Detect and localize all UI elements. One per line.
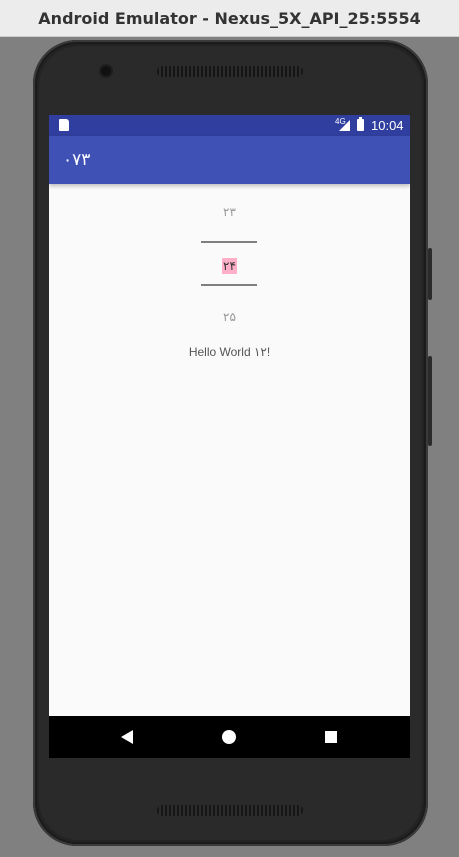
picker-selected-row[interactable]: ۲۴ — [49, 255, 410, 274]
app-bar: ۰۷۳ — [49, 136, 410, 184]
front-camera-icon — [101, 66, 111, 76]
volume-button[interactable] — [428, 356, 432, 446]
hello-text: Hello World ۱۲! — [188, 345, 271, 359]
picker-divider-top — [201, 241, 257, 243]
window-title: Android Emulator - Nexus_5X_API_25:5554 — [38, 8, 421, 28]
recent-apps-icon[interactable] — [325, 731, 337, 743]
status-time: 10:04 — [371, 118, 404, 133]
number-picker[interactable]: ۲۳ ۲۴ ۲۵ — [49, 184, 410, 344]
bottom-speaker-grille — [157, 805, 303, 816]
top-speaker-grille — [157, 66, 303, 77]
sd-card-icon — [59, 119, 69, 131]
navigation-bar — [49, 716, 410, 758]
power-button[interactable] — [428, 248, 432, 300]
picker-divider-bottom — [201, 284, 257, 286]
battery-icon — [357, 117, 364, 131]
signal-icon — [339, 120, 350, 131]
status-bar: 4G 10:04 — [49, 115, 410, 136]
back-icon[interactable] — [121, 730, 133, 744]
picker-selected-value[interactable]: ۲۴ — [222, 258, 237, 274]
picker-previous-value[interactable]: ۲۳ — [49, 205, 410, 219]
window-title-bar: Android Emulator - Nexus_5X_API_25:5554 — [0, 0, 459, 37]
app-title: ۰۷۳ — [63, 150, 91, 170]
home-icon[interactable] — [222, 730, 236, 744]
picker-next-value[interactable]: ۲۵ — [49, 310, 410, 324]
device-screen: 4G 10:04 ۰۷۳ ۲۳ ۲۴ ۲۵ Hello World ۱۲! — [49, 115, 410, 758]
